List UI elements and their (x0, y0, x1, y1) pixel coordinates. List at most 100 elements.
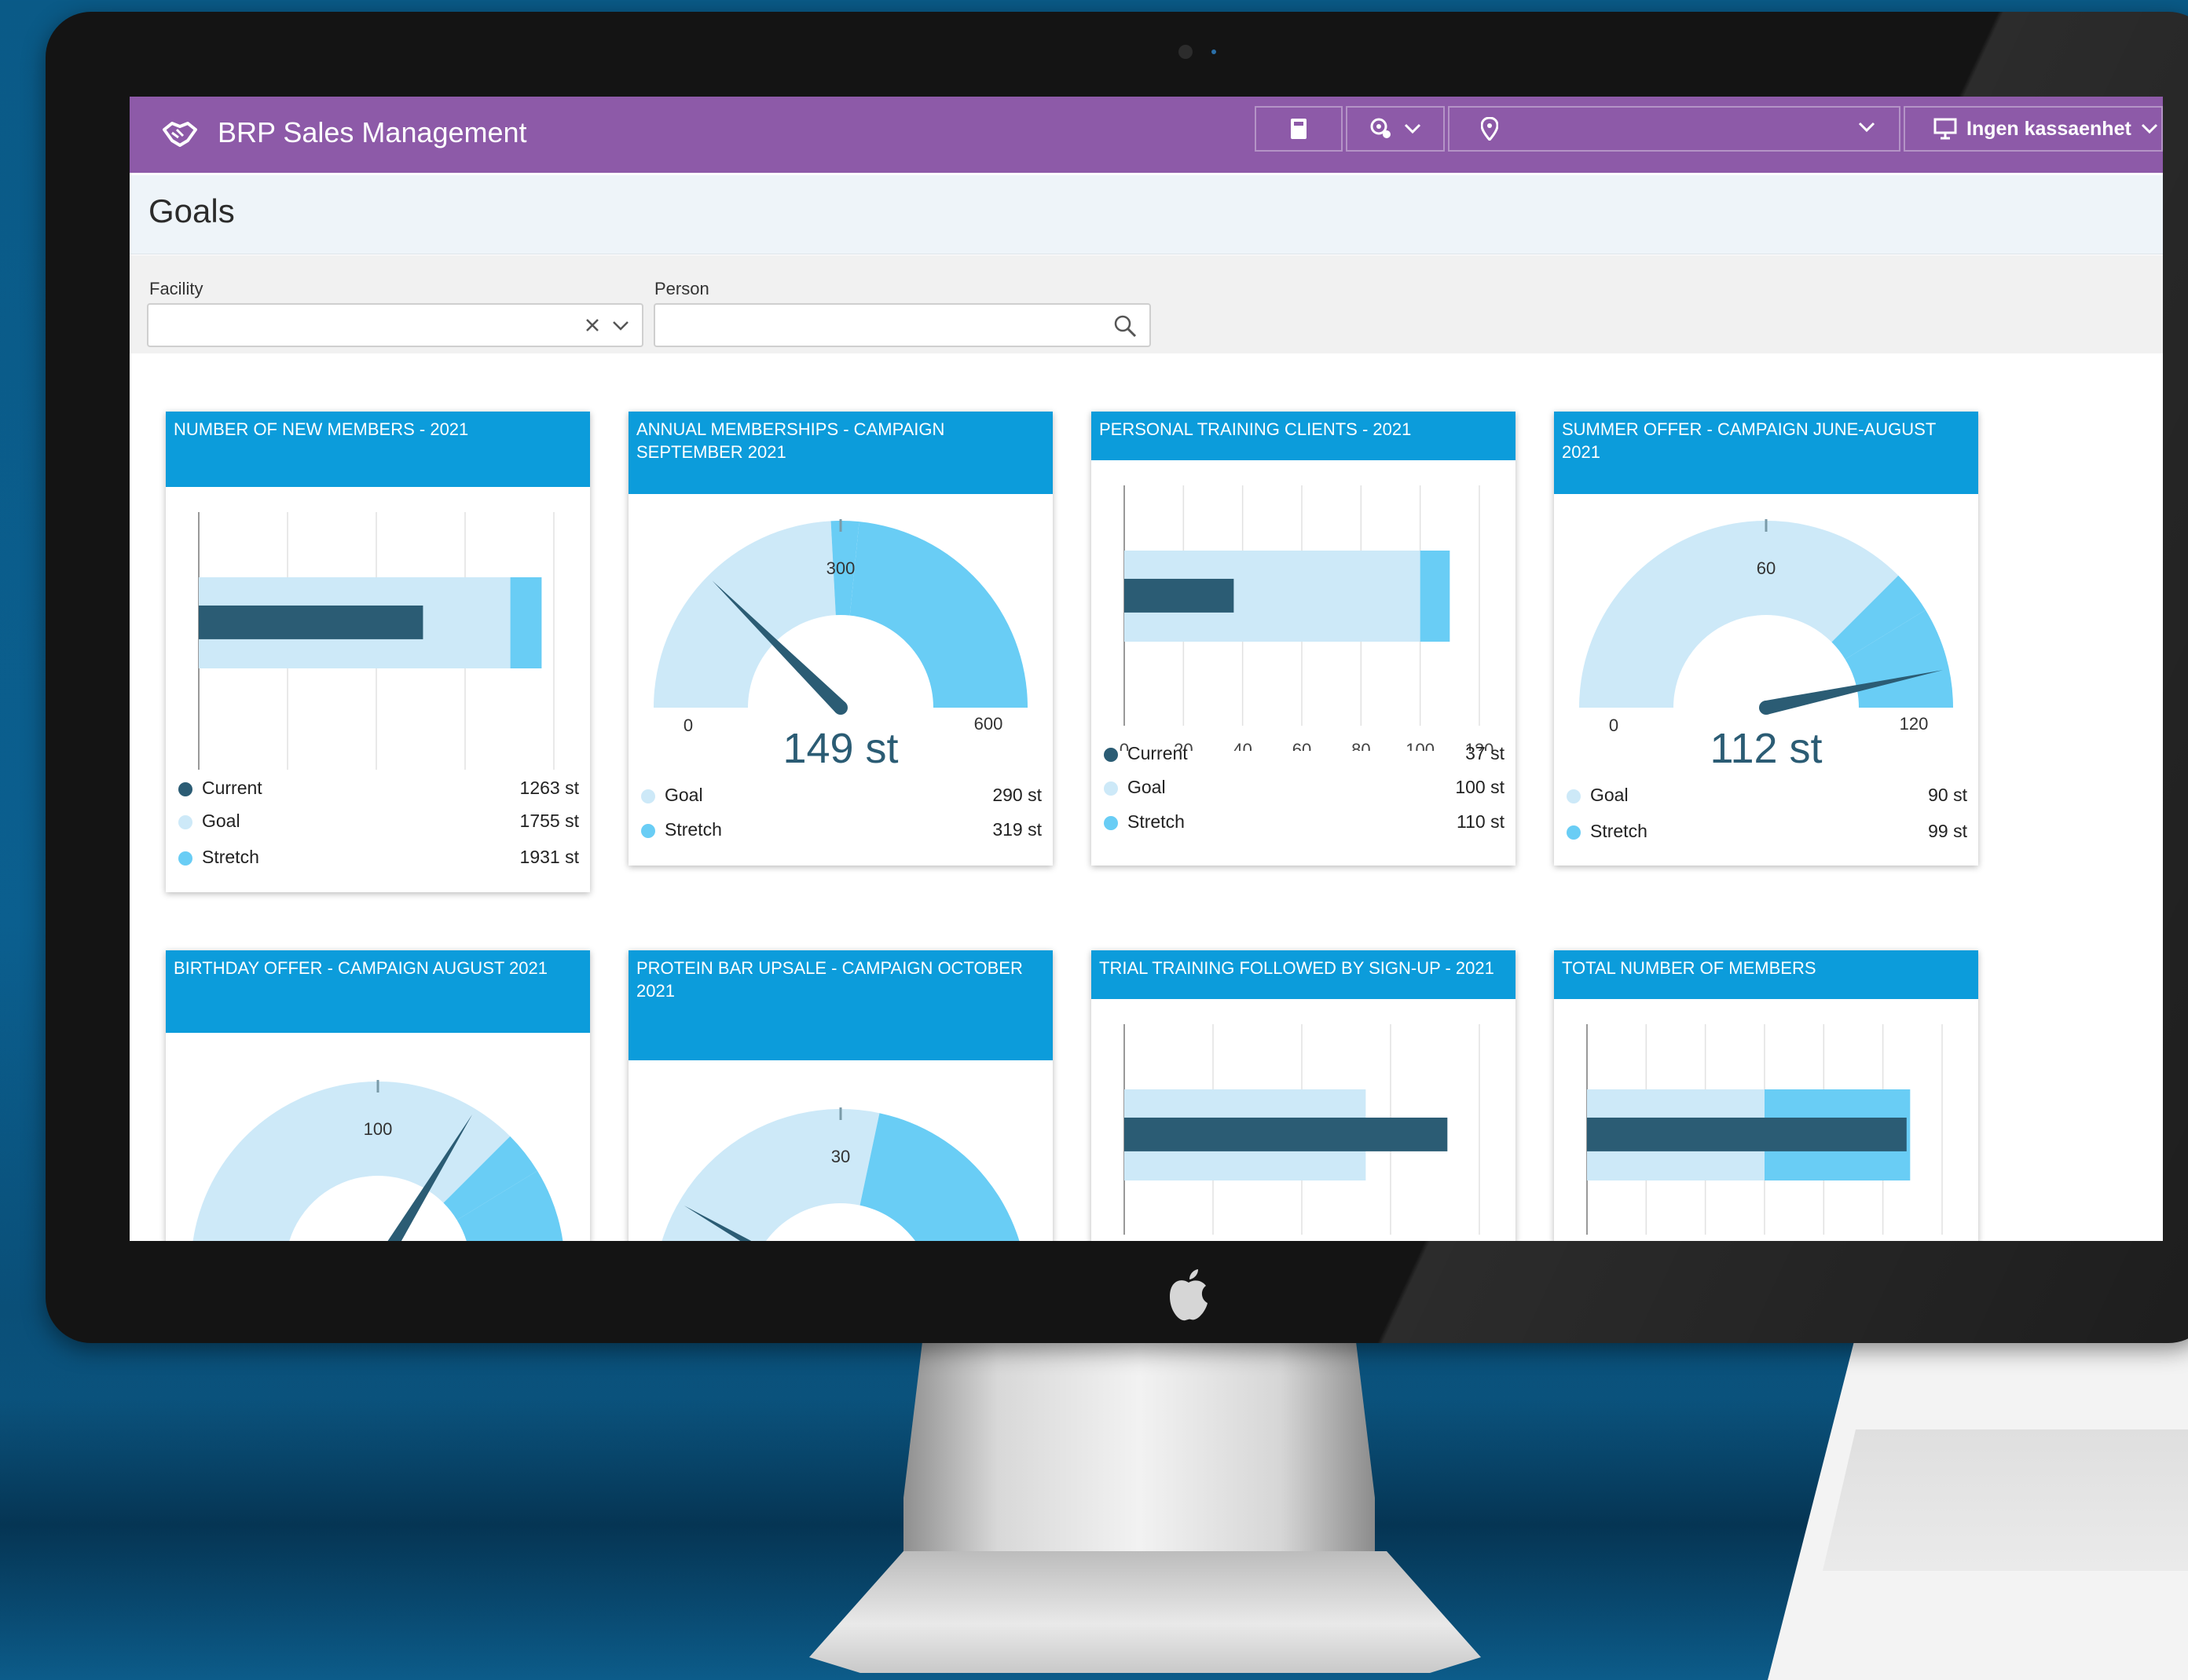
monitor-bezel: BRP Sales Management Ingen kassaenhet Go… (46, 12, 2188, 1343)
chevron-down-icon[interactable] (612, 320, 629, 331)
legend-value: 90 st (1928, 785, 1967, 805)
monitor-stand-base (809, 1551, 1481, 1673)
page-header: Goals (130, 175, 2163, 254)
calculator-icon (1291, 119, 1307, 139)
legend-value: 99 st (1928, 821, 1967, 841)
gauge-max-label: 120 (1900, 714, 1929, 734)
legend-item-goal: Goal 290 st (641, 785, 1042, 808)
chart-legend: Current 37 st Goal 100 st Stretch 110 st (1091, 743, 1515, 858)
chevron-down-icon (1404, 123, 1421, 134)
app-title: BRP Sales Management (218, 116, 527, 148)
gauge-min-label: 0 (684, 716, 693, 735)
legend-item-stretch: Stretch 99 st (1567, 821, 1967, 844)
legend-item-stretch: Stretch 1931 st (178, 847, 579, 870)
legend-value: 1931 st (519, 847, 579, 867)
legend-value: 100 st (1455, 777, 1504, 797)
gauge-chart: 60 0 120 112 st (1579, 519, 1953, 772)
legend-label: Goal (202, 811, 240, 831)
card-title: TRIAL TRAINING FOLLOWED BY SIGN-UP - 202… (1091, 950, 1515, 999)
legend-item-current: Current 1263 st (178, 778, 579, 801)
card-title: PERSONAL TRAINING CLIENTS - 2021 (1091, 412, 1515, 460)
legend-item-current: Current 37 st (1104, 743, 1504, 767)
gauge-mid-label: 100 (364, 1119, 393, 1139)
pos-unit-dropdown[interactable]: Ingen kassaenhet (1904, 106, 2163, 152)
locations-dropdown-button[interactable] (1346, 106, 1445, 152)
gauge-min-label: 0 (1609, 716, 1618, 735)
app-screen: BRP Sales Management Ingen kassaenhet Go… (130, 97, 2163, 1241)
legend-item-goal: Goal 100 st (1104, 777, 1504, 800)
person-search-input[interactable] (654, 303, 1151, 347)
legend-item-stretch: Stretch 319 st (641, 819, 1042, 843)
page-title: Goals (148, 192, 235, 229)
goal-band (1579, 521, 1899, 708)
pos-unit-label: Ingen kassaenhet (1966, 117, 2131, 140)
handshake-icon (163, 122, 197, 147)
legend-label: Stretch (1127, 811, 1185, 832)
goal-band (662, 1109, 880, 1241)
app-header: BRP Sales Management Ingen kassaenhet (130, 97, 2163, 173)
goal-card-birthday-offer[interactable]: BIRTHDAY OFFER - CAMPAIGN AUGUST 2021 10… (166, 950, 590, 1241)
card-title: ANNUAL MEMBERSHIPS - CAMPAIGN SEPTEMBER … (629, 412, 1053, 494)
bullet-chart (1586, 1024, 1943, 1235)
facility-location-select[interactable] (1448, 106, 1900, 152)
goal-card-total-members[interactable]: TOTAL NUMBER OF MEMBERS (1554, 950, 1978, 1241)
gauge-chart: 100 (192, 1080, 563, 1241)
legend-value: 1263 st (519, 778, 579, 798)
gauge-mid-label: 300 (826, 558, 856, 578)
map-pin-icon (1481, 117, 1498, 141)
legend-label: Stretch (665, 819, 722, 840)
goals-dashboard: NUMBER OF NEW MEMBERS - 2021 05001000150… (130, 353, 2163, 1241)
legend-item-goal: Goal 1755 st (178, 811, 579, 834)
needle-hub (834, 701, 848, 715)
chevron-down-icon (1858, 122, 1875, 133)
goal-card-trial-training[interactable]: TRIAL TRAINING FOLLOWED BY SIGN-UP - 202… (1091, 950, 1515, 1241)
legend-label: Goal (665, 785, 703, 805)
chevron-down-icon (2141, 123, 2157, 134)
legend-value: 110 st (1457, 811, 1504, 832)
goal-card-protein-bar[interactable]: PROTEIN BAR UPSALE - CAMPAIGN OCTOBER 20… (629, 950, 1053, 1241)
gauge-chart: 30 (662, 1107, 1020, 1241)
clear-icon[interactable] (584, 317, 601, 334)
gauge-value-label: 112 st (1710, 725, 1822, 772)
gauge-max-label: 600 (974, 714, 1003, 734)
stretch-band (859, 1113, 1020, 1241)
legend-value: 1755 st (519, 811, 579, 831)
goal-card-annual-memberships[interactable]: ANNUAL MEMBERSHIPS - CAMPAIGN SEPTEMBER … (629, 412, 1053, 866)
person-label: Person (654, 279, 709, 298)
current-bar (199, 605, 423, 639)
search-icon[interactable] (1113, 314, 1137, 338)
legend-item-stretch: Stretch 110 st (1104, 811, 1504, 835)
over-stretch-band (849, 522, 1028, 708)
location-settings-icon (1370, 118, 1391, 138)
bullet-chart: 0500100015002000 (198, 512, 555, 770)
camera-led (1211, 49, 1216, 54)
bullet-chart (1123, 1024, 1480, 1235)
card-title: BIRTHDAY OFFER - CAMPAIGN AUGUST 2021 (166, 950, 590, 1033)
current-bar (1587, 1117, 1907, 1151)
goal-card-new-members[interactable]: NUMBER OF NEW MEMBERS - 2021 05001000150… (166, 412, 590, 892)
filter-bar: Facility Person (130, 255, 2163, 353)
legend-value: 319 st (992, 819, 1042, 840)
legend-value: 290 st (992, 785, 1042, 805)
gauge-mid-label: 30 (831, 1147, 850, 1166)
goal-card-summer-offer[interactable]: SUMMER OFFER - CAMPAIGN JUNE-AUGUST 2021… (1554, 412, 1978, 866)
chart-legend: Current 1263 st Goal 1755 st Stretch 1931 s… (166, 778, 590, 892)
current-bar (1124, 1117, 1448, 1151)
card-title: PROTEIN BAR UPSALE - CAMPAIGN OCTOBER 20… (629, 950, 1053, 1060)
legend-label: Stretch (202, 847, 259, 867)
legend-label: Stretch (1590, 821, 1647, 841)
legend-value: 37 st (1465, 743, 1504, 763)
current-bar (1124, 578, 1234, 613)
facility-select[interactable] (147, 303, 643, 347)
legend-label: Current (1127, 743, 1188, 763)
gauge-mid-label: 60 (1757, 558, 1776, 578)
apple-logo-icon (1170, 1269, 1208, 1321)
gauge-value-label: 149 st (782, 725, 898, 772)
card-title: NUMBER OF NEW MEMBERS - 2021 (166, 412, 590, 487)
goal-card-personal-training[interactable]: PERSONAL TRAINING CLIENTS - 2021 0 20 40 60… (1091, 412, 1515, 866)
facility-label: Facility (149, 279, 203, 298)
camera-icon (1178, 45, 1193, 59)
chart-legend: Goal 90 st Stretch 99 st (1554, 785, 1978, 863)
needle-hub (1759, 701, 1773, 715)
calculator-button[interactable] (1255, 106, 1343, 152)
